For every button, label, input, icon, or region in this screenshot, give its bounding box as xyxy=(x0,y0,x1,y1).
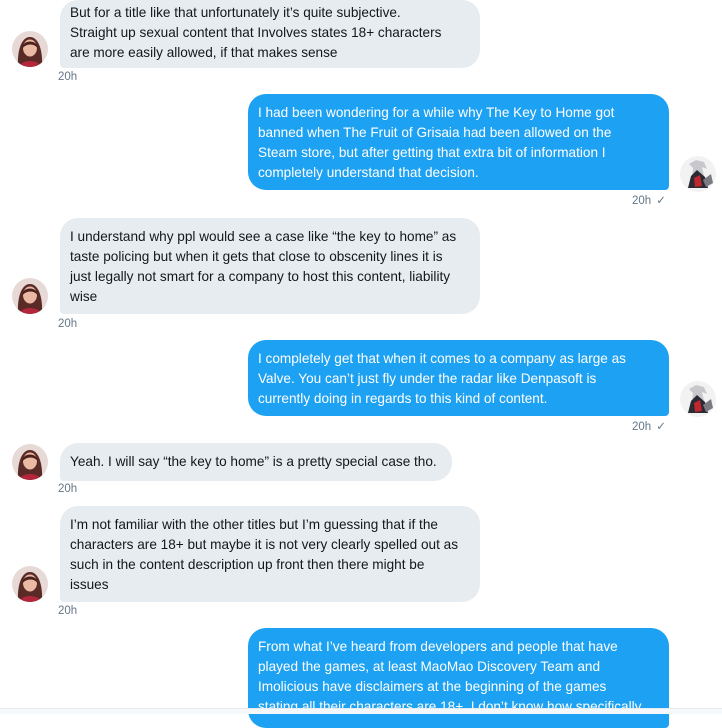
message-text: I’m not familiar with the other titles b… xyxy=(70,517,438,532)
message-text: banned when The Fruit of Grisaia had bee… xyxy=(258,125,612,140)
message-text: just legally not smart for a company to … xyxy=(70,269,451,284)
woman-avatar-icon xyxy=(12,278,48,314)
avatar[interactable] xyxy=(12,278,48,314)
message-text: wise xyxy=(70,289,98,304)
message-text: I completely get that when it comes to a… xyxy=(258,351,626,366)
read-checkmark-icon: ✓ xyxy=(656,195,666,207)
avatar[interactable] xyxy=(12,31,48,67)
message-text: Yeah. I will say “the key to home” is a … xyxy=(70,454,437,469)
message-text: such in the content description up front… xyxy=(70,557,425,572)
message-text: I understand why ppl would see a case li… xyxy=(70,229,457,244)
message-text: Straight up sexual content that Involves… xyxy=(70,25,442,40)
message-text: From what I’ve heard from developers and… xyxy=(258,639,618,654)
message-text: But for a title like that unfortunately … xyxy=(70,5,401,20)
message-bubble-outgoing[interactable]: I completely get that when it comes to a… xyxy=(248,340,669,416)
anime-character-avatar-icon xyxy=(680,156,716,192)
message-text: completely understand that decision. xyxy=(258,165,479,180)
message-text: taste policing but when it gets that clo… xyxy=(70,249,443,264)
message-bubble-incoming[interactable]: I understand why ppl would see a case li… xyxy=(60,218,480,314)
message-bubble-incoming[interactable]: But for a title like that unfortunately … xyxy=(60,0,480,68)
avatar[interactable] xyxy=(680,156,716,192)
read-checkmark-icon: ✓ xyxy=(656,421,666,433)
timestamp: 20h xyxy=(58,483,78,495)
message-bubble-outgoing[interactable]: I had been wondering for a while why The… xyxy=(248,94,669,190)
message-text: Valve. You can’t just fly under the rada… xyxy=(258,371,597,386)
timestamp: 20h xyxy=(632,195,652,207)
message-text: characters are 18+ but maybe it is not v… xyxy=(70,537,458,552)
timestamp: 20h xyxy=(58,71,78,83)
message-bubble-incoming[interactable]: I’m not familiar with the other titles b… xyxy=(60,506,480,602)
message-text: issues xyxy=(70,577,109,592)
message-text: Steam store, but after getting that extr… xyxy=(258,145,606,160)
timestamp-row: 20h ✓ xyxy=(632,194,666,208)
message-text: currently doing in regards to this kind … xyxy=(258,391,548,406)
timestamp: 20h xyxy=(58,605,78,617)
message-text: Imolicious have disclaimers at the begin… xyxy=(258,679,607,694)
message-text: are more easily allowed, if that makes s… xyxy=(70,45,338,60)
timestamp: 20h xyxy=(58,318,78,330)
composer-bar-edge xyxy=(0,708,722,714)
avatar[interactable] xyxy=(12,444,48,480)
message-bubble-incoming[interactable]: Yeah. I will say “the key to home” is a … xyxy=(60,443,452,481)
anime-character-avatar-icon xyxy=(680,381,716,417)
woman-avatar-icon xyxy=(12,566,48,602)
avatar[interactable] xyxy=(12,566,48,602)
timestamp: 20h xyxy=(632,421,652,433)
woman-avatar-icon xyxy=(12,31,48,67)
conversation-thread: But for a title like that unfortunately … xyxy=(0,0,722,728)
woman-avatar-icon xyxy=(12,444,48,480)
avatar[interactable] xyxy=(680,381,716,417)
message-text: played the games, at least MaoMao Discov… xyxy=(258,659,601,674)
message-text: stating all their characters are 18+. I … xyxy=(258,699,645,714)
message-text: I had been wondering for a while why The… xyxy=(258,105,615,120)
timestamp-row: 20h ✓ xyxy=(632,420,666,434)
